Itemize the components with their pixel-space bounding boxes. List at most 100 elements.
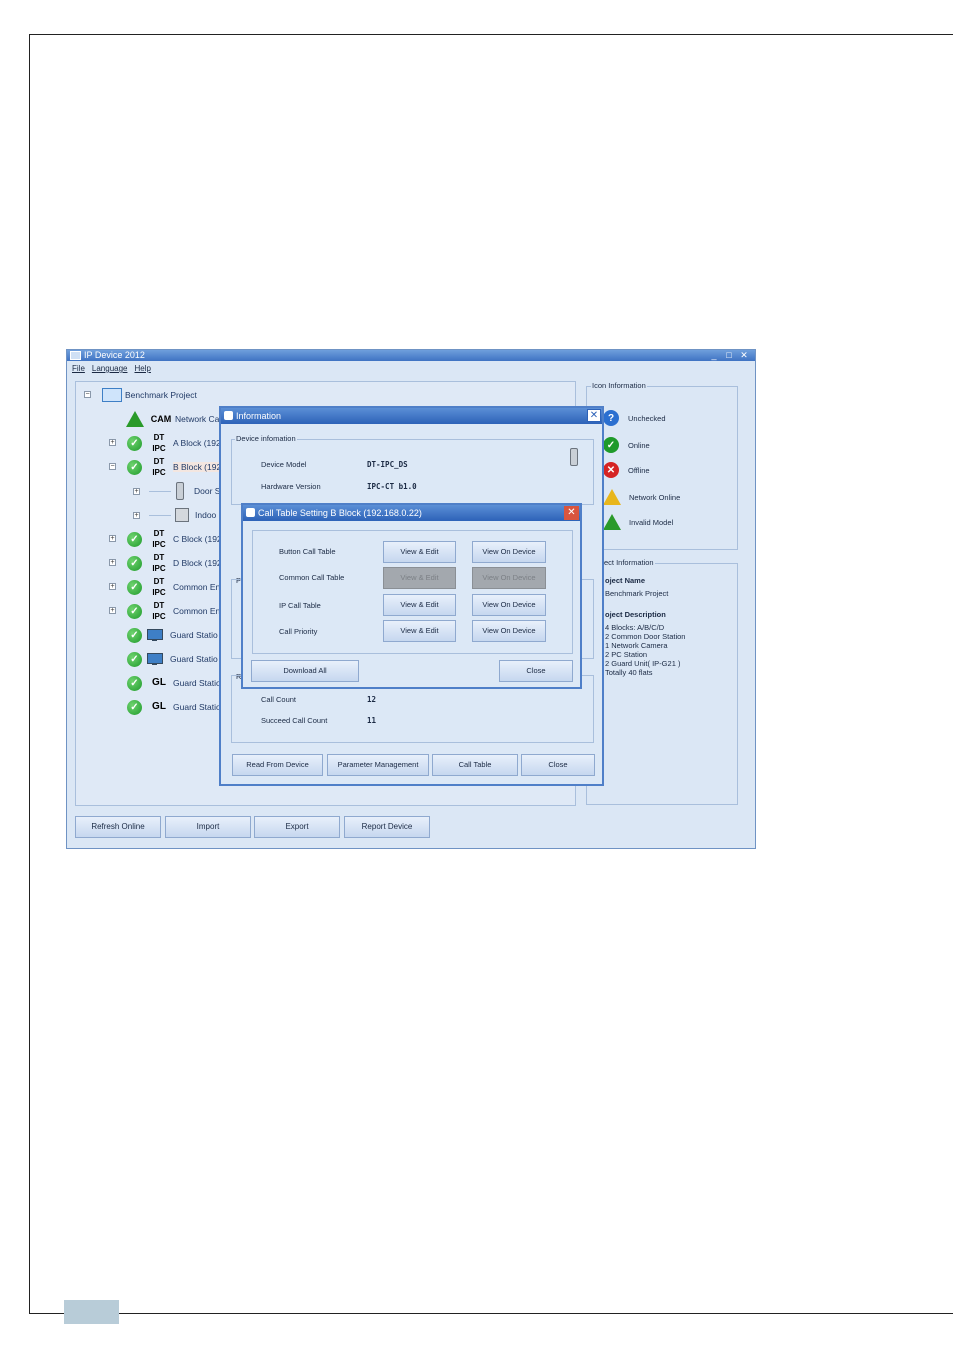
call-table-dialog-title-bar: Call Table Setting B Block (192.168.0.22… [243, 505, 580, 521]
tree-item-label: C Block (192 [173, 534, 222, 544]
call-priority-view-button[interactable]: View On Device [472, 620, 546, 642]
project-desc-line: 2 Common Door Station [605, 632, 686, 641]
tree-item-a-block[interactable]: ✓ DT IPC A Block (192 [127, 432, 221, 454]
tree-item-label: Guard Statio [173, 678, 221, 688]
minimize-button[interactable]: _ [708, 350, 720, 361]
collapse-root-toggle[interactable]: − [84, 391, 91, 398]
report-device-button[interactable]: Report Device [344, 816, 430, 838]
tree-item-label: Common En [173, 606, 221, 616]
device-information-group: Device infomation Device Model DT-IPC_DS… [231, 434, 594, 505]
legend-online: ✓ Online [603, 436, 650, 454]
ip-call-table-label: IP Call Table [279, 601, 321, 610]
expand-toggle[interactable]: + [133, 512, 140, 519]
close-window-button[interactable]: ✕ [738, 350, 750, 361]
dt-ipc-badge: DT IPC [152, 577, 166, 597]
ip-call-table-edit-button[interactable]: View & Edit [383, 594, 456, 616]
menu-file[interactable]: File [72, 364, 85, 373]
device-model-value: DT-IPC_DS [367, 460, 408, 469]
tree-item-b-block[interactable]: ✓ DT IPC B Block (192 [127, 456, 222, 478]
parameter-management-button[interactable]: Parameter Management [327, 754, 429, 776]
info-close-button[interactable]: Close [521, 754, 595, 776]
tree-item-guard-gl-1[interactable]: ✓ GL Guard Statio [127, 672, 221, 694]
legend-unchecked: ? Unchecked [603, 409, 666, 427]
call-table-button[interactable]: Call Table [432, 754, 518, 776]
tree-item-common-entry-2[interactable]: ✓ DT IPC Common En [127, 600, 220, 622]
pc-station-icon [146, 628, 164, 642]
tree-item-indoor[interactable]: Indoo [149, 504, 216, 526]
close-icon[interactable]: ✕ [564, 506, 579, 520]
online-icon: ✓ [127, 603, 142, 619]
app-icon [70, 351, 81, 360]
expand-toggle[interactable]: + [109, 607, 116, 614]
tree-item-guard-pc-2[interactable]: ✓ Guard Statio [127, 648, 218, 670]
close-icon[interactable]: ✕ [587, 409, 601, 422]
expand-toggle[interactable]: + [109, 535, 116, 542]
invalid-model-icon [603, 514, 621, 530]
project-desc-line: 2 PC Station [605, 650, 648, 659]
project-description-label: oject Description [605, 610, 666, 619]
refresh-online-button[interactable]: Refresh Online [75, 816, 161, 838]
gl-badge: GL [152, 677, 166, 688]
menu-bar: File Language Help [67, 362, 755, 376]
project-info-title: ect Information [603, 558, 655, 567]
indoor-monitor-icon [175, 508, 189, 522]
tree-item-label: Common En [173, 582, 221, 592]
menu-language[interactable]: Language [92, 364, 128, 373]
button-call-table-view-button[interactable]: View On Device [472, 541, 546, 563]
project-information-panel: ect Information oject Name Benchmark Pro… [586, 558, 738, 805]
online-icon: ✓ [127, 675, 142, 691]
maximize-button[interactable]: □ [723, 350, 735, 361]
tree-item-label: A Block (192 [173, 438, 221, 448]
information-dialog-title: Information [236, 411, 282, 421]
tree-item-guard-pc-1[interactable]: ✓ Guard Statio [127, 624, 218, 646]
call-priority-edit-button[interactable]: View & Edit [383, 620, 456, 642]
call-table-close-button[interactable]: Close [499, 660, 573, 682]
tree-item-label: Door S [194, 486, 221, 496]
expand-toggle[interactable]: + [109, 439, 116, 446]
check-icon: ✓ [603, 437, 619, 453]
expand-toggle[interactable]: + [133, 488, 140, 495]
device-info-group-title: Device infomation [235, 434, 297, 443]
tree-item-door-station[interactable]: Door S [149, 480, 220, 502]
export-button[interactable]: Export [254, 816, 340, 838]
call-count-label: Call Count [261, 695, 297, 704]
ip-call-table-view-button[interactable]: View On Device [472, 594, 546, 616]
question-icon: ? [603, 410, 619, 426]
expand-toggle[interactable]: + [109, 559, 116, 566]
warning-icon [603, 489, 621, 505]
cam-badge: CAM [150, 413, 172, 424]
tree-item-d-block[interactable]: ✓ DT IPC D Block (192 [127, 552, 222, 574]
tree-item-label: Guard Statio [173, 702, 221, 712]
tree-item-label: D Block (192 [173, 558, 222, 568]
expand-toggle[interactable]: + [109, 583, 116, 590]
button-call-table-edit-button[interactable]: View & Edit [383, 541, 456, 563]
download-all-button[interactable]: Download All [251, 660, 359, 682]
tree-item-guard-gl-2[interactable]: ✓ GL Guard Statio [127, 696, 221, 718]
button-call-table-label: Button Call Table [279, 547, 336, 556]
tree-root[interactable]: Benchmark Project [102, 384, 197, 406]
collapse-toggle[interactable]: − [109, 463, 116, 470]
menu-help[interactable]: Help [134, 364, 150, 373]
call-table-group: Button Call Table View & Edit View On De… [252, 530, 573, 654]
tree-item-label: Guard Statio [170, 630, 218, 640]
read-from-device-button[interactable]: Read From Device [232, 754, 323, 776]
tree-root-label: Benchmark Project [125, 390, 197, 400]
online-icon: ✓ [127, 579, 142, 595]
project-desc-line: 2 Guard Unit( IP-G21 ) [605, 659, 681, 668]
call-priority-label: Call Priority [279, 627, 318, 636]
common-call-table-view-button: View On Device [472, 567, 546, 589]
icon-info-title: Icon Information [591, 381, 647, 390]
common-call-table-label: Common Call Table [279, 573, 345, 582]
import-button[interactable]: Import [165, 816, 251, 838]
tree-item-c-block[interactable]: ✓ DT IPC C Block (192 [127, 528, 222, 550]
tree-item-label: Indoo [195, 510, 217, 520]
title-bar: IP Device 2012 _ □ ✕ [67, 350, 755, 361]
tree-item-common-entry-1[interactable]: ✓ DT IPC Common En [127, 576, 220, 598]
network-icon [102, 388, 122, 402]
app-window: IP Device 2012 _ □ ✕ File Language Help − … [66, 349, 756, 849]
dt-ipc-badge: DT IPC [152, 553, 166, 573]
call-table-dialog-title: Call Table Setting B Block (192.168.0.22… [258, 508, 422, 518]
tree-item-label: Network Ca [175, 414, 220, 424]
invalid-model-icon [126, 411, 144, 427]
tree-item-camera[interactable]: CAM Network Ca [126, 408, 219, 430]
